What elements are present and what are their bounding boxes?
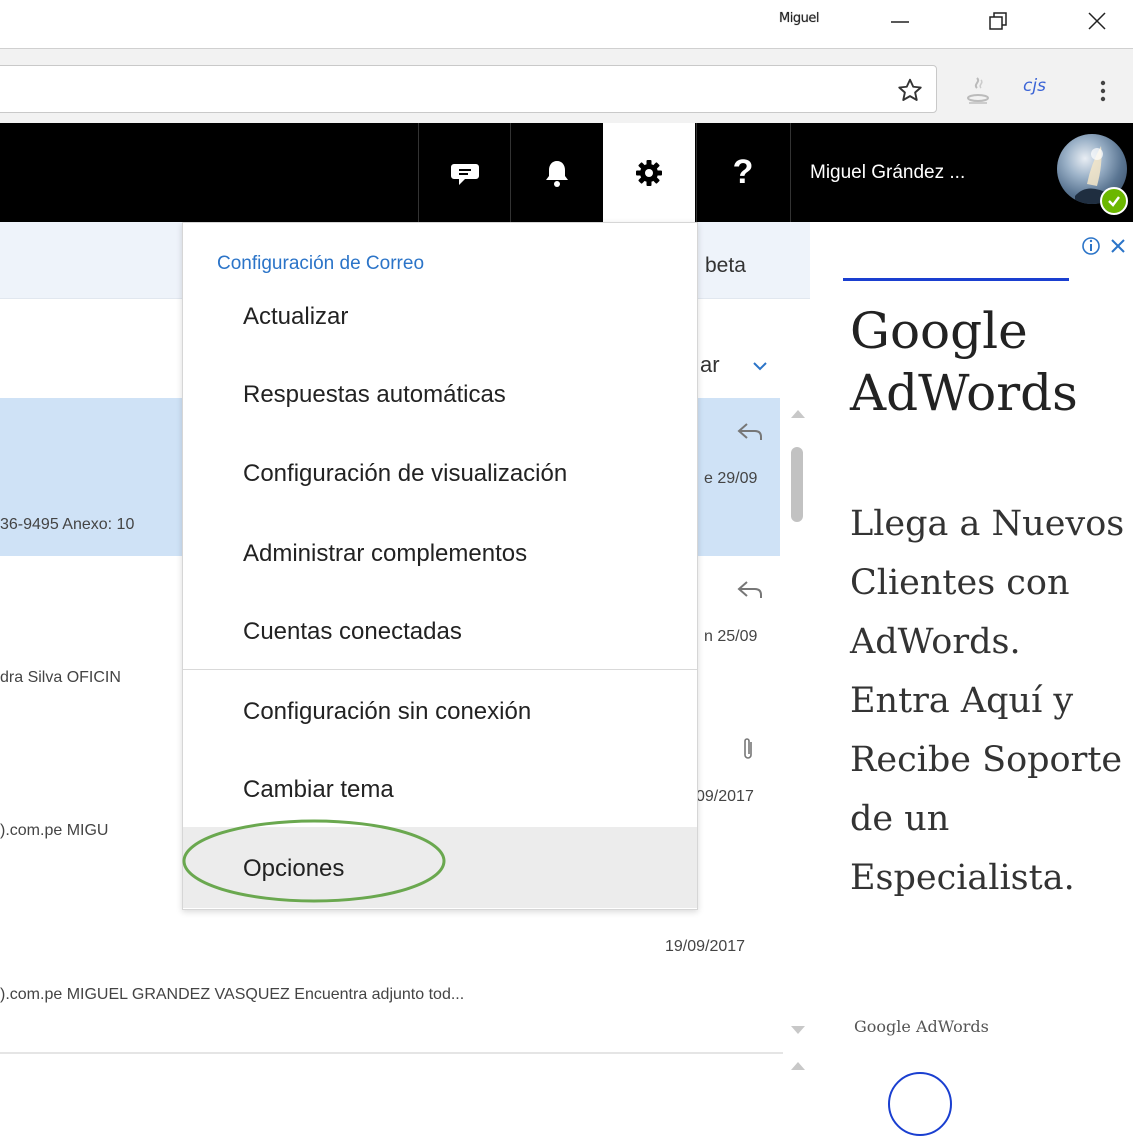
feedback-icon (451, 163, 479, 185)
filter-dropdown-label[interactable]: ar (700, 352, 720, 378)
divider (0, 1052, 783, 1054)
ad-cta-circle[interactable] (888, 1072, 952, 1136)
message-preview: 36-9495 Anexo: 10 (0, 516, 135, 533)
browser-menu-icon[interactable] (1093, 74, 1113, 108)
presence-status-icon (1100, 187, 1128, 215)
restore-button[interactable] (978, 6, 1018, 36)
menu-item-actualizar[interactable]: Actualizar (183, 303, 697, 331)
menu-item-configuracion-sin-conexion[interactable]: Configuración sin conexión (183, 698, 697, 726)
menu-divider (183, 669, 697, 670)
minimize-icon (891, 21, 909, 23)
settings-menu: Configuración de Correo Actualizar Respu… (182, 222, 698, 910)
reply-icon (737, 581, 762, 598)
minimize-button[interactable] (880, 6, 920, 36)
scroll-down-arrow-icon[interactable] (790, 1024, 806, 1036)
message-date: e 29/09 (704, 470, 758, 487)
feedback-button[interactable] (418, 123, 511, 222)
ad-title[interactable]: Google AdWords (850, 300, 1130, 424)
close-window-button[interactable] (1077, 6, 1117, 36)
paperclip-icon (744, 738, 752, 759)
account-name: Miguel Grández ... (810, 161, 966, 183)
address-bar[interactable] (0, 65, 937, 113)
info-icon[interactable] (1081, 236, 1101, 256)
message-date: 09/2017 (696, 788, 754, 805)
window-titlebar (0, 0, 1133, 48)
menu-item-administrar-complementos[interactable]: Administrar complementos (183, 540, 697, 568)
scrollbar-thumb[interactable] (791, 447, 803, 522)
bookmark-star-icon[interactable] (895, 76, 925, 106)
ad-accent-rule (843, 278, 1069, 281)
help-button[interactable]: ? (696, 123, 789, 222)
menu-item-cambiar-tema[interactable]: Cambiar tema (183, 776, 697, 804)
chevron-down-icon[interactable] (750, 356, 770, 376)
message-date: n 25/09 (704, 628, 758, 645)
bell-icon (546, 160, 568, 187)
menu-item-respuestas-automaticas[interactable]: Respuestas automáticas (183, 381, 697, 409)
message-preview: ).com.pe MIGUEL GRANDEZ VASQUEZ Encuentr… (0, 986, 465, 1003)
ad-advertiser[interactable]: Google AdWords (854, 1017, 989, 1036)
close-icon[interactable] (1109, 237, 1127, 255)
message-date: 19/09/2017 (665, 938, 746, 955)
annotation-highlight-ring (182, 819, 446, 903)
menu-heading: Configuración de Correo (217, 253, 425, 274)
restore-icon (989, 12, 1007, 30)
message-preview: ).com.pe MIGU (0, 822, 109, 839)
menu-item-cuentas-conectadas[interactable]: Cuentas conectadas (183, 618, 697, 646)
notifications-button[interactable] (510, 123, 603, 222)
scroll-up-arrow-icon[interactable] (790, 408, 806, 420)
java-extension-icon[interactable] (963, 74, 993, 108)
reply-icon (737, 423, 762, 440)
settings-button[interactable] (603, 123, 695, 222)
cjs-extension-button[interactable]: cjs (1023, 76, 1046, 96)
menu-item-configuracion-visualizacion[interactable]: Configuración de visualización (183, 460, 697, 488)
ad-body-text[interactable]: Llega a Nuevos Clientes con AdWords. Ent… (850, 495, 1130, 908)
beta-toggle-label[interactable]: beta (705, 254, 746, 278)
close-icon (1088, 12, 1106, 30)
gear-icon (636, 159, 662, 186)
profile-name-badge[interactable]: Miguel (779, 11, 819, 26)
help-icon: ? (732, 153, 754, 191)
scroll-up-arrow-icon[interactable] (790, 1060, 806, 1072)
